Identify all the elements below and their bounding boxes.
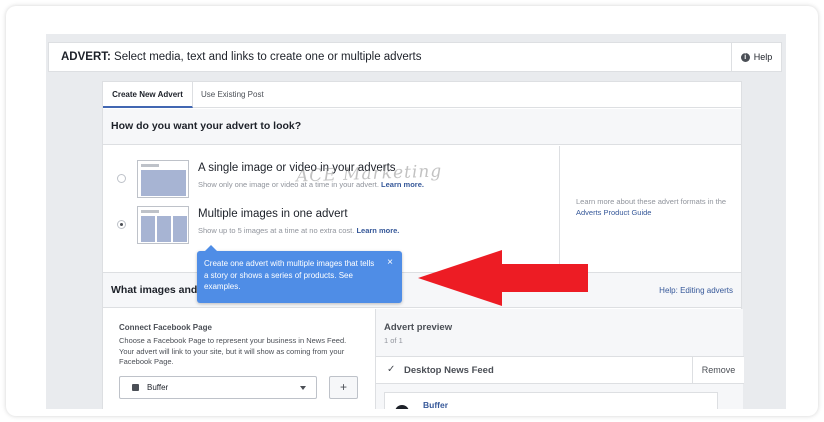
carousel-thumbnail-icon (137, 206, 189, 244)
connect-page-section: Connect Facebook Page Choose a Facebook … (103, 309, 375, 409)
red-arrow-annotation (418, 250, 588, 306)
tooltip-text: Create one advert with multiple images t… (204, 259, 375, 291)
selected-page: Buffer (147, 383, 169, 392)
format-option-multiple-images[interactable]: Multiple images in one advert Show up to… (103, 204, 560, 244)
ads-manager-screen: ADVERT: Select media, text and links to … (46, 34, 786, 409)
tab-use-existing-post[interactable]: Use Existing Post (201, 82, 264, 108)
format-description: Show up to 5 images at a time at no extr… (198, 226, 400, 235)
facebook-page-select[interactable]: Buffer (119, 376, 317, 399)
tab-create-new-advert[interactable]: Create New Advert (103, 82, 193, 108)
adverts-product-guide-link[interactable]: Adverts Product Guide (576, 208, 651, 217)
tab-bar: Create New Advert Use Existing Post (103, 82, 741, 108)
check-icon: ✓ (387, 364, 396, 375)
connect-page-title: Connect Facebook Page (119, 323, 212, 332)
advert-panel: Create New Advert Use Existing Post How … (102, 81, 744, 409)
page-title: ADVERT: Select media, text and links to … (61, 51, 422, 63)
help-editing-adverts-link[interactable]: Help: Editing adverts (659, 286, 733, 295)
preview-page-name[interactable]: Buffer (423, 400, 448, 409)
section-title: How do you want your advert to look? (111, 120, 302, 132)
arrow-shape (418, 250, 588, 306)
learn-more-link[interactable]: Learn more. (356, 226, 399, 235)
preview-count: 1 of 1 (384, 336, 403, 345)
radio-multiple-images[interactable] (117, 220, 126, 229)
carousel-tooltip: Create one advert with multiple images t… (197, 245, 402, 303)
placement-name: Desktop News Feed (404, 365, 494, 376)
title-rest: Select media, text and links to create o… (110, 51, 422, 63)
format-name: Multiple images in one advert (198, 208, 348, 220)
remove-button[interactable]: Remove (692, 357, 744, 383)
preview-title: Advert preview (384, 322, 453, 333)
add-page-button[interactable]: + (329, 376, 358, 399)
preview-card: Buffer (384, 392, 718, 409)
images-section-title: What images and (111, 284, 198, 296)
page-icon (132, 384, 139, 391)
format-help-text: Learn more about these advert formats in… (576, 197, 727, 217)
info-icon: i (740, 52, 750, 62)
connect-page-description: Choose a Facebook Page to represent your… (119, 336, 347, 366)
radio-single-image[interactable] (117, 174, 126, 183)
chevron-down-icon (300, 386, 306, 390)
screenshot-frame: ADVERT: Select media, text and links to … (6, 6, 818, 416)
help-button[interactable]: i Help (731, 43, 781, 71)
desktop-news-feed-row[interactable]: ✓ Desktop News Feed Remove (376, 356, 744, 384)
advert-preview: Advert preview 1 of 1 ✓ Desktop News Fee… (375, 309, 744, 409)
help-label: Help (753, 52, 773, 62)
avatar (395, 405, 409, 409)
advert-header-bar: ADVERT: Select media, text and links to … (48, 42, 782, 72)
title-bold: ADVERT: (61, 51, 111, 63)
format-section-header: How do you want your advert to look? (103, 109, 741, 145)
single-image-thumbnail-icon (137, 160, 189, 198)
close-icon[interactable]: × (387, 257, 393, 268)
